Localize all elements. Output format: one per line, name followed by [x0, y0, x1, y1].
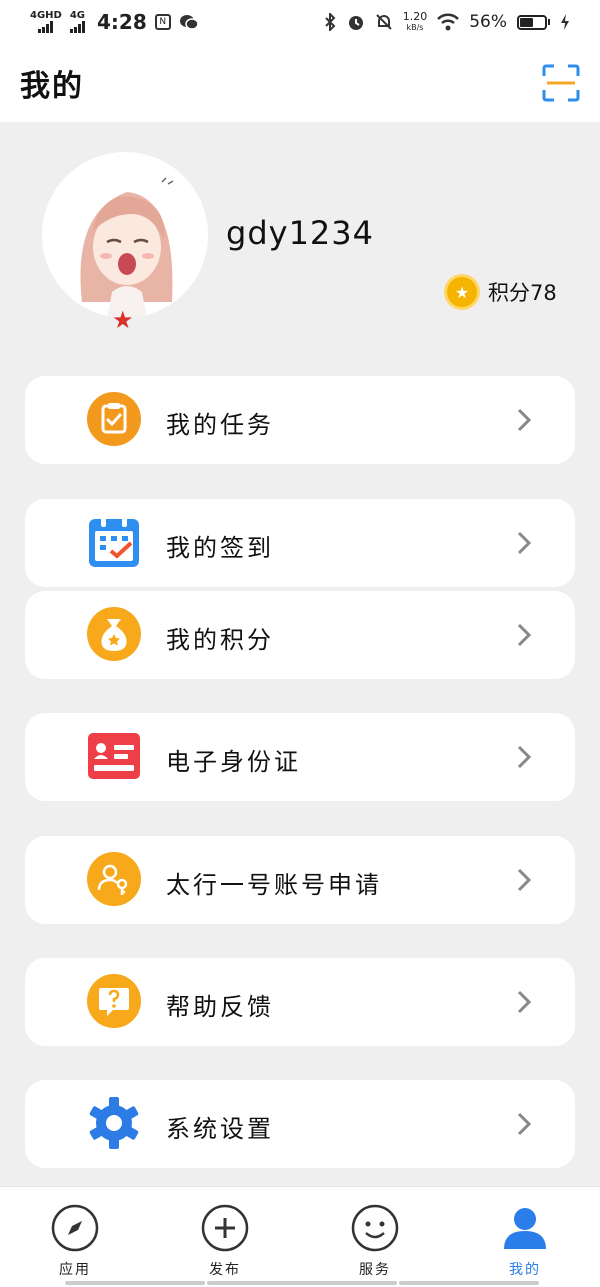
- menu-item-label: 太行一号账号申请: [166, 871, 382, 899]
- menu-item-points[interactable]: 我的积分: [25, 591, 575, 679]
- menu-item-label: 电子身份证: [166, 748, 301, 776]
- menu-item-label: 我的签到: [166, 534, 274, 562]
- nfc-icon: N: [154, 14, 171, 30]
- battery-icon: [517, 14, 550, 30]
- network-label-2: 4G: [69, 10, 86, 21]
- tab-apps[interactable]: 应用: [25, 1187, 125, 1287]
- alarm-icon: [348, 16, 363, 30]
- person-icon: [504, 1208, 546, 1249]
- id-card-icon: [88, 733, 140, 779]
- coin-star-icon: ★: [444, 274, 480, 310]
- battery-percent: 56%: [469, 12, 507, 32]
- chevron-right-icon: [517, 1112, 531, 1136]
- username: gdy1234: [226, 214, 374, 252]
- signal-4ghd: 4GHD: [30, 11, 62, 33]
- points-label: 积分78: [488, 281, 557, 305]
- gear-icon: [89, 1097, 139, 1149]
- chevron-right-icon: [517, 408, 531, 432]
- menu-item-id-card[interactable]: 电子身份证: [25, 713, 575, 801]
- menu-item-label: 帮助反馈: [166, 993, 274, 1021]
- gesture-bar: [65, 1281, 205, 1285]
- tab-services[interactable]: 服务: [325, 1187, 425, 1287]
- signal-4g: 4G: [70, 11, 85, 33]
- page-header: 我的: [0, 44, 600, 122]
- bottom-nav: 应用 发布 服务 我的: [0, 1186, 600, 1287]
- calendar-checkin-icon: [89, 517, 139, 567]
- charging-icon: [561, 14, 569, 30]
- speed-unit: kB/s: [406, 23, 424, 32]
- help-question-icon: [87, 974, 141, 1028]
- chevron-right-icon: [517, 868, 531, 892]
- chevron-right-icon: [517, 745, 531, 769]
- gesture-bar: [399, 1281, 539, 1285]
- gesture-bar: [207, 1281, 397, 1285]
- account-key-icon: [87, 852, 141, 906]
- smile-icon: [351, 1204, 399, 1252]
- wechat-icon: [179, 15, 199, 30]
- avatar[interactable]: [42, 152, 208, 318]
- menu-item-help-feedback[interactable]: 帮助反馈: [25, 958, 575, 1046]
- tab-mine[interactable]: 我的: [475, 1187, 575, 1287]
- menu-item-settings[interactable]: 系统设置: [25, 1080, 575, 1168]
- profile-section: ★ gdy1234 ★ 积分78: [0, 122, 600, 352]
- mute-bell-icon: [375, 14, 392, 30]
- chevron-right-icon: [517, 623, 531, 647]
- points-bag-icon: [87, 607, 141, 661]
- compass-icon: [51, 1204, 99, 1252]
- bluetooth-icon: [324, 13, 336, 31]
- tab-label: 我的: [509, 1262, 541, 1278]
- signal-bars-icon: [38, 21, 54, 33]
- plus-circle-icon: [201, 1204, 249, 1252]
- page-title: 我的: [20, 69, 84, 104]
- menu-item-account-apply[interactable]: 太行一号账号申请: [25, 836, 575, 924]
- task-clipboard-icon: [87, 392, 141, 446]
- tab-label: 发布: [209, 1262, 241, 1278]
- scan-icon: [542, 64, 580, 102]
- menu-item-label: 我的任务: [166, 411, 274, 439]
- menu-item-tasks[interactable]: 我的任务: [25, 376, 575, 464]
- tab-label: 服务: [359, 1262, 391, 1278]
- scan-button[interactable]: [542, 64, 580, 102]
- menu-item-checkin[interactable]: 我的签到: [25, 499, 575, 587]
- tab-label: 应用: [59, 1262, 91, 1278]
- network-speed: 1.20 kB/s: [403, 11, 428, 33]
- menu-item-label: 我的积分: [166, 626, 274, 654]
- chevron-right-icon: [517, 531, 531, 555]
- avatar-illustration: [42, 152, 208, 318]
- status-bar: 4GHD 4G 4:28 N 1.20 kB/s 56%: [0, 0, 600, 44]
- chevron-right-icon: [517, 990, 531, 1014]
- menu-item-label: 系统设置: [166, 1115, 274, 1143]
- network-label-1: 4GHD: [30, 10, 62, 21]
- star-badge-icon: ★: [112, 306, 134, 334]
- signal-bars-icon: [69, 21, 85, 33]
- clock: 4:28: [97, 10, 147, 34]
- wifi-icon: [437, 13, 460, 31]
- tab-publish[interactable]: 发布: [175, 1187, 275, 1287]
- points-badge[interactable]: ★ 积分78: [444, 274, 557, 310]
